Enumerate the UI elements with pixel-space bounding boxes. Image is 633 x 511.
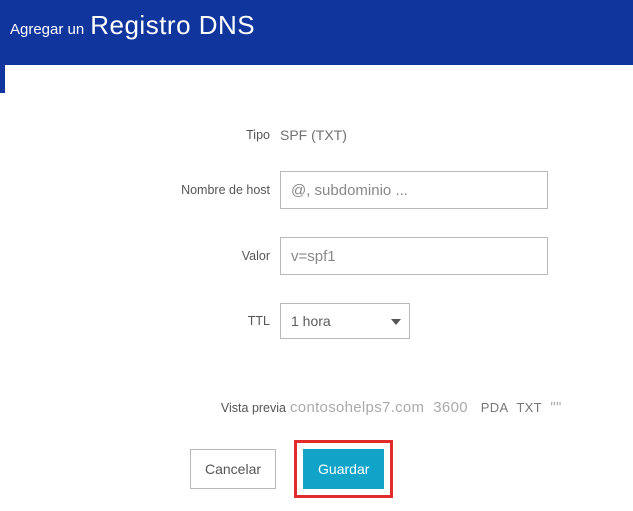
value-label: Valor xyxy=(0,249,280,263)
cancel-button[interactable]: Cancelar xyxy=(190,449,276,489)
value-input[interactable] xyxy=(280,237,548,275)
preview-ttl: 3600 xyxy=(433,399,468,416)
row-ttl: TTL 1 hora xyxy=(0,303,633,339)
row-preview: Vista previa contosohelps7.com 3600 PDA T… xyxy=(0,399,633,416)
row-host: Nombre de host xyxy=(0,171,633,209)
save-button[interactable]: Guardar xyxy=(303,449,384,489)
button-row: Cancelar Guardar xyxy=(0,440,633,498)
preview-quotes: "" xyxy=(550,399,561,416)
row-type: Tipo SPF (TXT) xyxy=(0,127,633,143)
host-label: Nombre de host xyxy=(0,183,280,197)
preview-text: contosohelps7.com 3600 PDA TXT "" xyxy=(290,399,562,416)
ttl-label: TTL xyxy=(0,314,280,328)
type-label: Tipo xyxy=(0,128,280,142)
ttl-select[interactable]: 1 hora xyxy=(280,303,410,339)
page-header: Agregar un Registro DNS xyxy=(0,0,633,65)
header-title: Registro DNS xyxy=(90,10,255,41)
type-value: SPF (TXT) xyxy=(280,127,347,143)
preview-label: Vista previa xyxy=(0,401,290,415)
accent-bar xyxy=(0,65,5,93)
preview-domain: contosohelps7.com xyxy=(290,399,424,416)
host-input[interactable] xyxy=(280,171,548,209)
header-prefix: Agregar un xyxy=(10,21,84,38)
form-content: Tipo SPF (TXT) Nombre de host Valor TTL … xyxy=(0,93,633,498)
preview-tag1: PDA xyxy=(481,400,509,415)
ttl-selected: 1 hora xyxy=(291,313,331,329)
preview-tag2: TXT xyxy=(516,400,541,415)
row-value: Valor xyxy=(0,237,633,275)
save-callout: Guardar xyxy=(294,440,393,498)
chevron-down-icon xyxy=(391,314,401,328)
